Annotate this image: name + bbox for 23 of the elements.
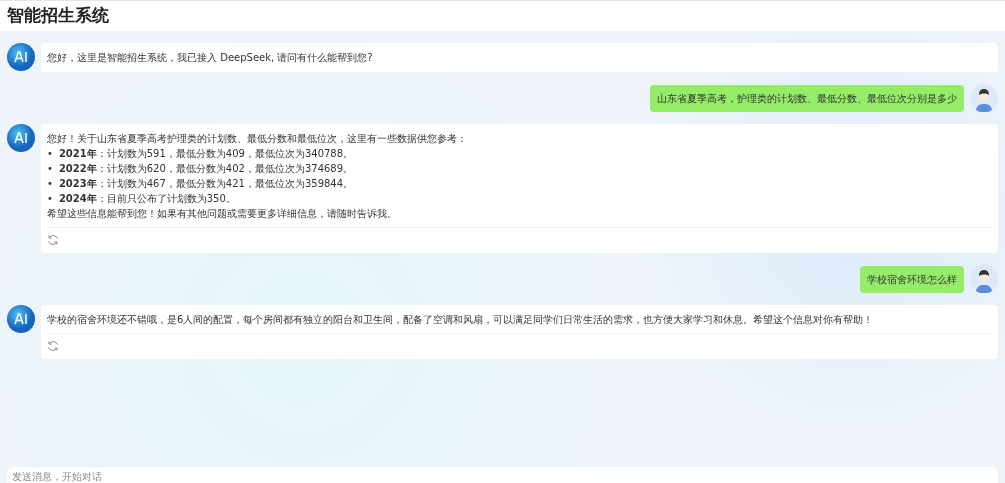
message-text: 您好，这里是智能招生系统，我已接入 DeepSeek, 请问有什么能帮到您? [47, 51, 374, 65]
list-item: 2021年：计划数为591，最低分数为409，最低位次为340788。 [58, 147, 354, 161]
ai-avatar-icon [7, 305, 35, 333]
ai-avatar-icon [7, 124, 35, 152]
regenerate-icon[interactable] [47, 340, 59, 352]
user-avatar-icon [970, 265, 998, 293]
bullet: • [47, 147, 53, 161]
bullet: • [47, 162, 53, 176]
message-text: 您好！关于山东省夏季高考护理类的计划数、最低分数和最低位次，这里有一些数据供您参考： [47, 132, 468, 146]
app-title: 智能招生系统 [7, 4, 109, 27]
message-text: 学校的宿舍环境还不错哦，是6人间的配置，每个房间都有独立的阳台和卫生间，配备了空调和风扇，可以满足同学们日常生活的需求，也方便大家学习和休息。希望这个信息对你有帮助！ [47, 313, 875, 327]
list-item: 2023年：计划数为467，最低分数为421，最低位次为359844。 [58, 177, 354, 191]
message-text: 希望这些信息能帮到您！如果有其他问题或需要更多详细信息，请随时告诉我。 [47, 207, 398, 221]
regenerate-icon[interactable] [47, 234, 59, 246]
bullet: • [47, 177, 53, 191]
user-message: 学校宿舍环境怎么样 [860, 266, 964, 293]
message-input[interactable]: 发送消息，开始对话 [7, 467, 998, 483]
ai-avatar-icon [7, 43, 35, 71]
list-item: 2022年：计划数为620，最低分数为402，最低位次为374689。 [58, 162, 354, 176]
user-message: 山东省夏季高考，护理类的计划数、最低分数、最低位次分别是多少 [650, 85, 964, 112]
user-avatar-icon [970, 84, 998, 112]
bullet: • [47, 192, 53, 206]
list-item: 2024年：目前只公布了计划数为350。 [58, 192, 236, 206]
